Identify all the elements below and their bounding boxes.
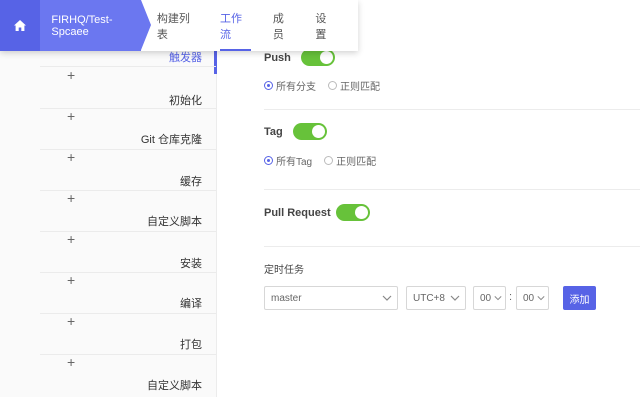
hour-select-value: 00 (480, 292, 492, 304)
time-separator: : (509, 291, 513, 303)
add-stage-button[interactable]: + (67, 355, 75, 369)
trigger-settings-panel: Push 所有分支 正则匹配 Tag 所有Tag 正则匹配 Pull Reque… (217, 0, 640, 397)
chevron-down-icon (537, 296, 545, 301)
stage-sidebar: 触发器 + 初始化 + Git 仓库克隆 + 缓存 + 自定义脚本 + 安装 +… (0, 0, 217, 397)
timezone-select[interactable]: UTC+8 (406, 286, 466, 310)
radio-unchecked (328, 81, 337, 90)
tag-option-all-label: 所有Tag (276, 157, 313, 168)
tab-members[interactable]: 成员 (273, 0, 294, 51)
stage-cache[interactable]: 缓存 (180, 173, 202, 189)
home-icon (14, 20, 27, 31)
tab-build-list[interactable]: 构建列表 (157, 0, 198, 51)
stage-trigger[interactable]: 触发器 (169, 49, 202, 65)
push-option-regex[interactable]: 正则匹配 (328, 78, 380, 93)
push-branch-options: 所有分支 正则匹配 (264, 78, 392, 93)
add-stage-button[interactable]: + (67, 232, 75, 246)
home-button[interactable] (0, 0, 41, 51)
stage-package[interactable]: 打包 (180, 336, 202, 352)
timezone-select-value: UTC+8 (413, 292, 445, 304)
stage-custom-script-2[interactable]: 自定义脚本 (147, 377, 202, 393)
push-option-regex-label: 正则匹配 (340, 82, 380, 93)
radio-checked (264, 156, 273, 165)
stage-custom-script[interactable]: 自定义脚本 (147, 213, 202, 229)
section-divider (264, 246, 640, 247)
add-stage-button[interactable]: + (67, 68, 75, 82)
nav-tabs: 构建列表 工作流 成员 设置 (157, 0, 358, 51)
tag-option-regex[interactable]: 正则匹配 (324, 153, 376, 168)
stage-install[interactable]: 安装 (180, 255, 202, 271)
add-schedule-button[interactable]: 添加 (563, 286, 596, 310)
tab-workflow[interactable]: 工作流 (220, 0, 251, 51)
radio-unchecked (324, 156, 334, 165)
section-divider (264, 109, 640, 110)
stage-git-clone[interactable]: Git 仓库克隆 (141, 131, 202, 147)
stage-init[interactable]: 初始化 (169, 92, 202, 108)
schedule-title: 定时任务 (264, 265, 304, 276)
add-stage-button[interactable]: + (67, 273, 75, 287)
top-nav: FIRHQ/Test-Spcaee 构建列表 工作流 成员 设置 (0, 0, 358, 51)
push-option-all-branches[interactable]: 所有分支 (264, 78, 316, 93)
chevron-down-icon (450, 295, 460, 301)
project-breadcrumb[interactable]: FIRHQ/Test-Spcaee (40, 0, 152, 51)
pull-request-toggle[interactable] (336, 204, 370, 221)
minute-select-value: 00 (523, 292, 535, 304)
add-stage-button[interactable]: + (67, 150, 75, 164)
tag-option-regex-label: 正则匹配 (336, 157, 377, 168)
radio-checked (264, 81, 273, 90)
section-divider (264, 189, 640, 190)
tag-options: 所有Tag 正则匹配 (264, 153, 388, 168)
push-option-all-label: 所有分支 (276, 82, 316, 93)
push-toggle[interactable] (301, 49, 335, 66)
add-stage-button[interactable]: + (67, 314, 75, 328)
tag-option-all[interactable]: 所有Tag (264, 153, 312, 168)
minute-select[interactable]: 00 (516, 286, 549, 310)
tag-label: Tag (264, 126, 283, 138)
pull-request-label: Pull Request (264, 207, 331, 219)
tab-settings[interactable]: 设置 (315, 0, 336, 51)
add-stage-button[interactable]: + (67, 191, 75, 205)
chevron-down-icon (494, 296, 502, 301)
branch-select-value: master (271, 292, 302, 304)
branch-select[interactable]: master (264, 286, 398, 310)
chevron-down-icon (382, 295, 392, 301)
add-stage-button[interactable]: + (67, 109, 75, 123)
hour-select[interactable]: 00 (473, 286, 506, 310)
stage-compile[interactable]: 编译 (180, 295, 202, 311)
tag-toggle[interactable] (293, 123, 327, 140)
push-label: Push (264, 52, 291, 64)
